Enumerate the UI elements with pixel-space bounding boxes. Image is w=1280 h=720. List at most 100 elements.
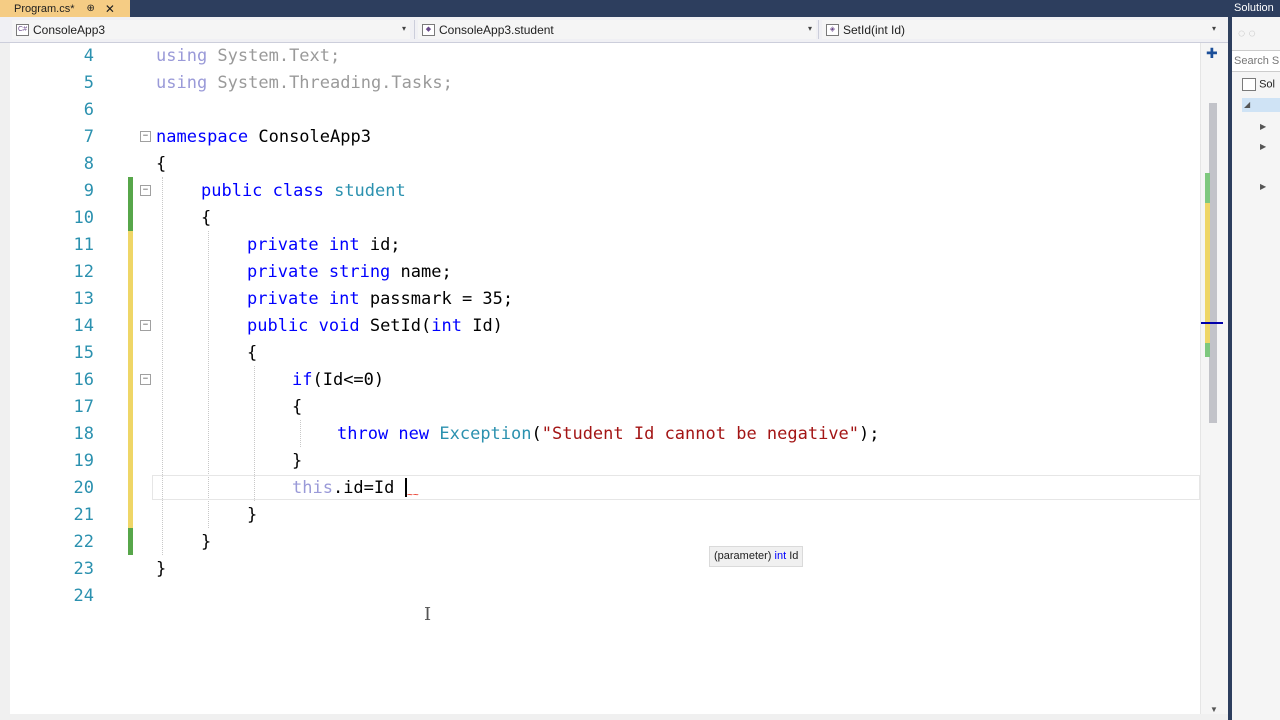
caret-position-marker bbox=[1201, 322, 1223, 324]
code-line[interactable]: 17 { bbox=[0, 394, 1200, 421]
code-line[interactable]: 7 namespace ConsoleApp3 bbox=[0, 124, 1200, 151]
chevron-down-icon[interactable]: ▾ bbox=[808, 24, 812, 33]
expand-icon[interactable]: ▶ bbox=[1260, 122, 1266, 131]
project-dropdown[interactable]: C# ConsoleApp3 ▾ bbox=[12, 20, 410, 39]
line-number: 17 bbox=[73, 397, 94, 417]
line-number: 14 bbox=[73, 316, 94, 336]
solution-search-input[interactable]: Search S bbox=[1232, 50, 1280, 72]
toolbar-icons[interactable]: ◌ ◌ bbox=[1238, 26, 1256, 40]
code-text: this.id=Id bbox=[292, 478, 395, 498]
divider bbox=[818, 20, 819, 39]
line-number: 22 bbox=[73, 532, 94, 552]
solution-explorer-title[interactable]: Solution bbox=[1232, 0, 1280, 17]
line-number: 12 bbox=[73, 262, 94, 282]
line-number: 19 bbox=[73, 451, 94, 471]
line-number: 13 bbox=[73, 289, 94, 309]
code-text: if(Id<=0) bbox=[292, 370, 385, 390]
tooltip-prefix: (parameter) bbox=[714, 550, 772, 562]
split-editor-icon[interactable]: ✚ bbox=[1206, 45, 1218, 62]
code-text: throw new Exception("Student Id cannot b… bbox=[337, 424, 880, 444]
line-number: 4 bbox=[83, 46, 94, 66]
expand-icon[interactable]: ▶ bbox=[1260, 182, 1266, 191]
pin-icon[interactable]: ⊕ bbox=[87, 3, 95, 14]
code-line[interactable]: 6 bbox=[0, 97, 1200, 124]
error-squiggle: ~~ bbox=[407, 490, 419, 501]
code-text: { bbox=[292, 397, 303, 417]
code-text: { bbox=[201, 208, 212, 228]
code-line[interactable]: 19 } bbox=[0, 448, 1200, 475]
code-line[interactable]: 11 private int id; bbox=[0, 232, 1200, 259]
line-number: 16 bbox=[73, 370, 94, 390]
code-line[interactable]: 5 using System.Threading.Tasks; bbox=[0, 70, 1200, 97]
line-number: 7 bbox=[83, 127, 94, 147]
line-number: 5 bbox=[83, 73, 94, 93]
project-label: ConsoleApp3 bbox=[33, 22, 106, 37]
line-number: 6 bbox=[83, 100, 94, 120]
horizontal-scrollbar[interactable] bbox=[0, 714, 1228, 720]
solution-root-label: Sol bbox=[1259, 78, 1275, 91]
code-line[interactable]: 21 } bbox=[0, 502, 1200, 529]
code-line[interactable]: 10 { bbox=[0, 205, 1200, 232]
solution-icon bbox=[1242, 78, 1256, 91]
class-icon: ◆ bbox=[422, 23, 435, 36]
chevron-down-icon[interactable]: ▾ bbox=[1212, 24, 1216, 33]
line-number: 11 bbox=[73, 235, 94, 255]
line-number: 23 bbox=[73, 559, 94, 579]
tab-label: Program.cs* bbox=[14, 2, 75, 15]
tooltip-name: Id bbox=[789, 550, 799, 562]
code-text: } bbox=[247, 505, 258, 525]
csharp-project-icon: C# bbox=[16, 23, 29, 36]
line-number: 24 bbox=[73, 586, 94, 606]
code-text: private int passmark = 35; bbox=[247, 289, 514, 309]
code-text: } bbox=[156, 559, 167, 579]
line-number: 10 bbox=[73, 208, 94, 228]
chevron-down-icon[interactable]: ▾ bbox=[402, 24, 406, 33]
member-dropdown[interactable]: ◈ SetId(int Id) ▾ bbox=[822, 20, 1220, 39]
tooltip-type: int bbox=[774, 550, 787, 562]
line-number: 20 bbox=[73, 478, 94, 498]
code-text: } bbox=[292, 451, 303, 471]
code-text: public void SetId(int Id) bbox=[247, 316, 503, 336]
code-text: private int id; bbox=[247, 235, 401, 255]
type-dropdown[interactable]: ◆ ConsoleApp3.student ▾ bbox=[418, 20, 816, 39]
code-line[interactable]: 15 { bbox=[0, 340, 1200, 367]
document-tab-bar bbox=[0, 0, 1228, 17]
expand-icon[interactable]: ▶ bbox=[1260, 142, 1266, 151]
solution-root-item[interactable]: Sol bbox=[1242, 78, 1275, 91]
code-line[interactable]: 13 private int passmark = 35; bbox=[0, 286, 1200, 313]
code-line[interactable]: 4 using System.Text; bbox=[0, 43, 1200, 70]
code-text: { bbox=[247, 343, 258, 363]
member-label: SetId(int Id) bbox=[843, 22, 906, 37]
scrollbar-thumb[interactable] bbox=[1209, 103, 1217, 423]
line-number: 18 bbox=[73, 424, 94, 444]
code-line[interactable]: 14 public void SetId(int Id) bbox=[0, 313, 1200, 340]
scroll-mark-saved bbox=[1205, 343, 1210, 357]
line-number: 8 bbox=[83, 154, 94, 174]
code-line[interactable]: 8 { bbox=[0, 151, 1200, 178]
ibeam-cursor-icon: I bbox=[424, 604, 432, 625]
vertical-scrollbar[interactable]: ✚ ▼ bbox=[1200, 43, 1229, 720]
code-text: namespace ConsoleApp3 bbox=[156, 127, 371, 147]
tab-program-cs[interactable]: Program.cs* ⊕ ✕ bbox=[0, 0, 130, 17]
code-line[interactable]: 12 private string name; bbox=[0, 259, 1200, 286]
code-text: private string name; bbox=[247, 262, 452, 282]
code-text: public class student bbox=[201, 181, 406, 201]
solution-toolbar[interactable]: ◌ ◌ bbox=[1232, 20, 1280, 46]
collapse-icon[interactable]: ◢ bbox=[1244, 100, 1250, 109]
divider bbox=[414, 20, 415, 39]
code-line-current[interactable]: 20 this.id=Id bbox=[0, 475, 1200, 502]
method-icon: ◈ bbox=[826, 23, 839, 36]
code-line[interactable]: 18 throw new Exception("Student Id canno… bbox=[0, 421, 1200, 448]
code-line[interactable]: 22 } bbox=[0, 529, 1200, 556]
code-line[interactable]: 16 if(Id<=0) bbox=[0, 367, 1200, 394]
close-icon[interactable]: ✕ bbox=[105, 2, 115, 16]
code-text: using System.Text; bbox=[156, 46, 341, 66]
line-number: 15 bbox=[73, 343, 94, 363]
code-line[interactable]: 9 public class student bbox=[0, 178, 1200, 205]
scroll-down-icon[interactable]: ▼ bbox=[1210, 705, 1218, 714]
code-line[interactable]: 24 bbox=[0, 583, 1200, 610]
quickinfo-tooltip: (parameter) int Id bbox=[709, 546, 804, 567]
code-line[interactable]: 23 } bbox=[0, 556, 1200, 583]
navigation-bar: C# ConsoleApp3 ▾ ◆ ConsoleApp3.student ▾… bbox=[0, 17, 1228, 43]
code-text: } bbox=[201, 532, 212, 552]
